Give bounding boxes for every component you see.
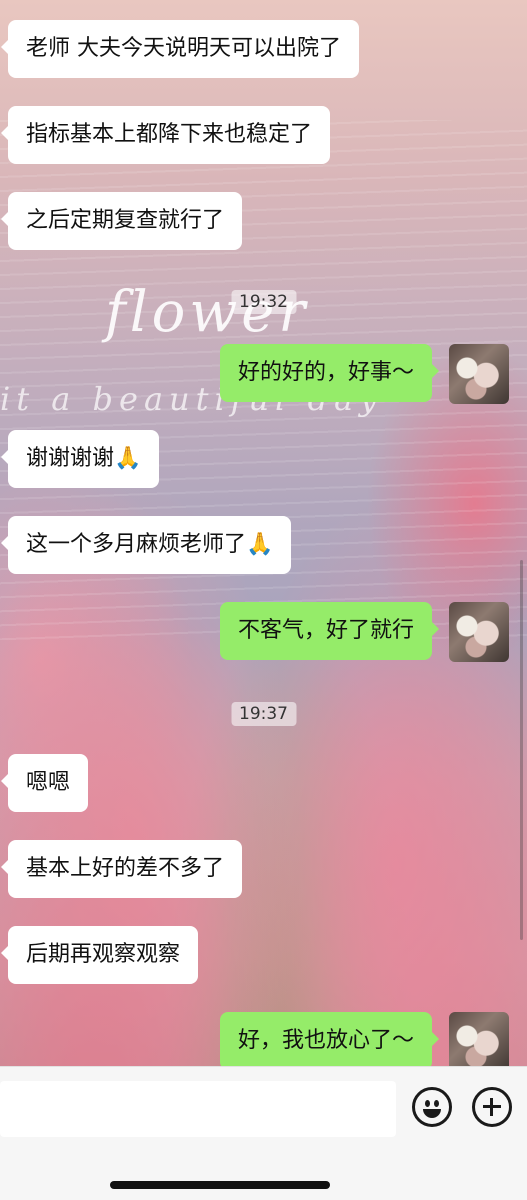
outgoing-message[interactable]: 好的好的，好事～ [219,344,440,402]
my-avatar[interactable] [449,344,509,404]
incoming-message[interactable]: 后期再观察观察 [0,926,199,984]
emoji-eye [434,1100,439,1107]
emoji-eye [425,1100,430,1107]
timestamp: 19:37 [231,702,296,726]
message-input[interactable] [0,1081,396,1137]
plus-circle-icon[interactable] [472,1087,512,1127]
my-avatar[interactable] [449,602,509,662]
incoming-message[interactable]: 谢谢谢谢🙏 [0,430,160,488]
incoming-message[interactable]: 老师 大夫今天说明天可以出院了 [1,20,359,78]
incoming-message[interactable]: 这一个多月麻烦老师了🙏 [0,516,292,574]
plus-vertical [490,1098,493,1116]
chat-screen: flower it a beautiful day 老师 大夫今天说明天可以出院… [0,0,527,1200]
scrollbar[interactable] [520,560,523,940]
my-avatar[interactable] [449,1012,509,1072]
smiley-face-icon[interactable] [412,1087,452,1127]
emoji-mouth [423,1109,441,1118]
home-indicator [110,1181,330,1189]
incoming-message[interactable]: 指标基本上都降下来也稳定了 [0,106,331,164]
outgoing-message[interactable]: 好，我也放心了～ [219,1012,440,1070]
incoming-message[interactable]: 嗯嗯 [0,754,89,812]
input-bar [0,1066,527,1200]
incoming-message[interactable]: 基本上好的差不多了 [0,840,243,898]
incoming-message[interactable]: 之后定期复查就行了 [0,192,243,250]
timestamp: 19:32 [231,290,296,314]
outgoing-message[interactable]: 不客气，好了就行 [219,602,440,660]
